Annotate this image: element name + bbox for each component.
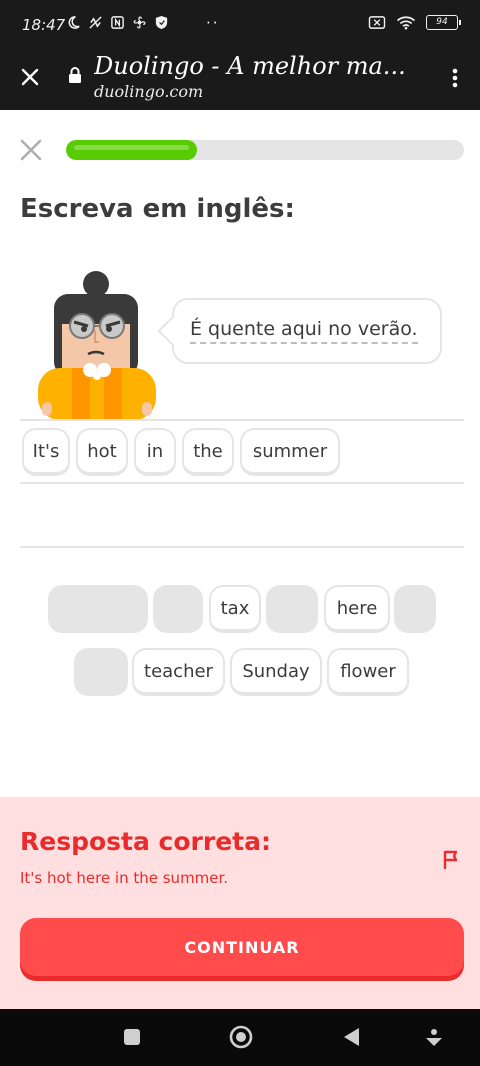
word-bank-tile[interactable]: teacher [132,648,225,696]
browser-url[interactable]: duolingo.com [94,82,203,101]
used-word-slot [266,585,318,633]
selected-word-tile[interactable]: It's [22,428,70,476]
answer-line-top [20,419,464,421]
used-word-slot [394,585,436,633]
square-nav-icon[interactable] [120,1025,144,1049]
status-time: 18:47 [22,16,66,34]
browser-page-title[interactable]: Duolingo - A melhor ma... [94,52,434,80]
status-more-dots: ·· [206,14,220,32]
kebab-menu-icon[interactable] [448,66,462,90]
continue-button[interactable]: CONTINUAR [20,918,464,976]
nfc-icon [111,16,124,29]
browser-toolbar: Duolingo - A melhor ma... duolingo.com [0,52,480,110]
correct-answer-text: It's hot here in the summer. [20,869,229,887]
shield-icon [155,15,168,30]
moon-icon [68,16,80,29]
status-bar: 18:47 ·· 94 [0,0,480,52]
word-bank-tile[interactable]: flower [327,648,409,696]
back-triangle-nav-icon[interactable] [340,1025,364,1049]
answer-line-1 [20,482,464,484]
source-sentence[interactable]: É quente aqui no verão. [190,318,418,344]
selected-word-tile[interactable]: the [182,428,234,476]
feedback-title: Resposta correta: [20,827,271,856]
selected-word-tile[interactable]: hot [76,428,128,476]
feedback-panel: Resposta correta: It's hot here in the s… [0,797,480,1009]
selected-word-tile[interactable]: summer [240,428,340,476]
challenge-prompt: Escreva em inglês: [20,194,295,224]
word-bank-tile[interactable]: tax [209,585,261,633]
close-tab-icon[interactable] [18,65,42,89]
lesson-progress-bar [66,140,464,160]
system-nav-bar [0,1009,480,1066]
close-lesson-icon[interactable] [19,138,43,162]
assistant-nav-icon[interactable] [422,1025,446,1049]
used-word-slot [153,585,203,633]
answer-line-2 [20,546,464,548]
lock-icon [69,67,81,83]
flag-icon[interactable] [440,847,464,871]
speech-bubble-tail [157,315,189,347]
wifi-icon [396,16,416,30]
used-word-slot [74,648,128,696]
word-bank-tile[interactable]: Sunday [230,648,322,696]
status-icons-left [66,15,169,30]
character-illustration [38,271,156,420]
fan-icon [133,16,146,29]
lesson-progress-fill [66,140,198,160]
speech-bubble: É quente aqui no verão. [157,298,442,364]
used-word-slot [48,585,148,633]
home-circle-nav-icon[interactable] [229,1025,253,1049]
battery-indicator: 94 [426,15,461,30]
sim-off-icon [368,16,386,29]
word-bank-tile[interactable]: here [324,585,390,633]
battery-level: 94 [436,17,448,27]
status-icons-right: 94 [368,15,461,30]
selected-word-tile[interactable]: in [134,428,176,476]
mute-vibrate-icon [89,16,102,29]
